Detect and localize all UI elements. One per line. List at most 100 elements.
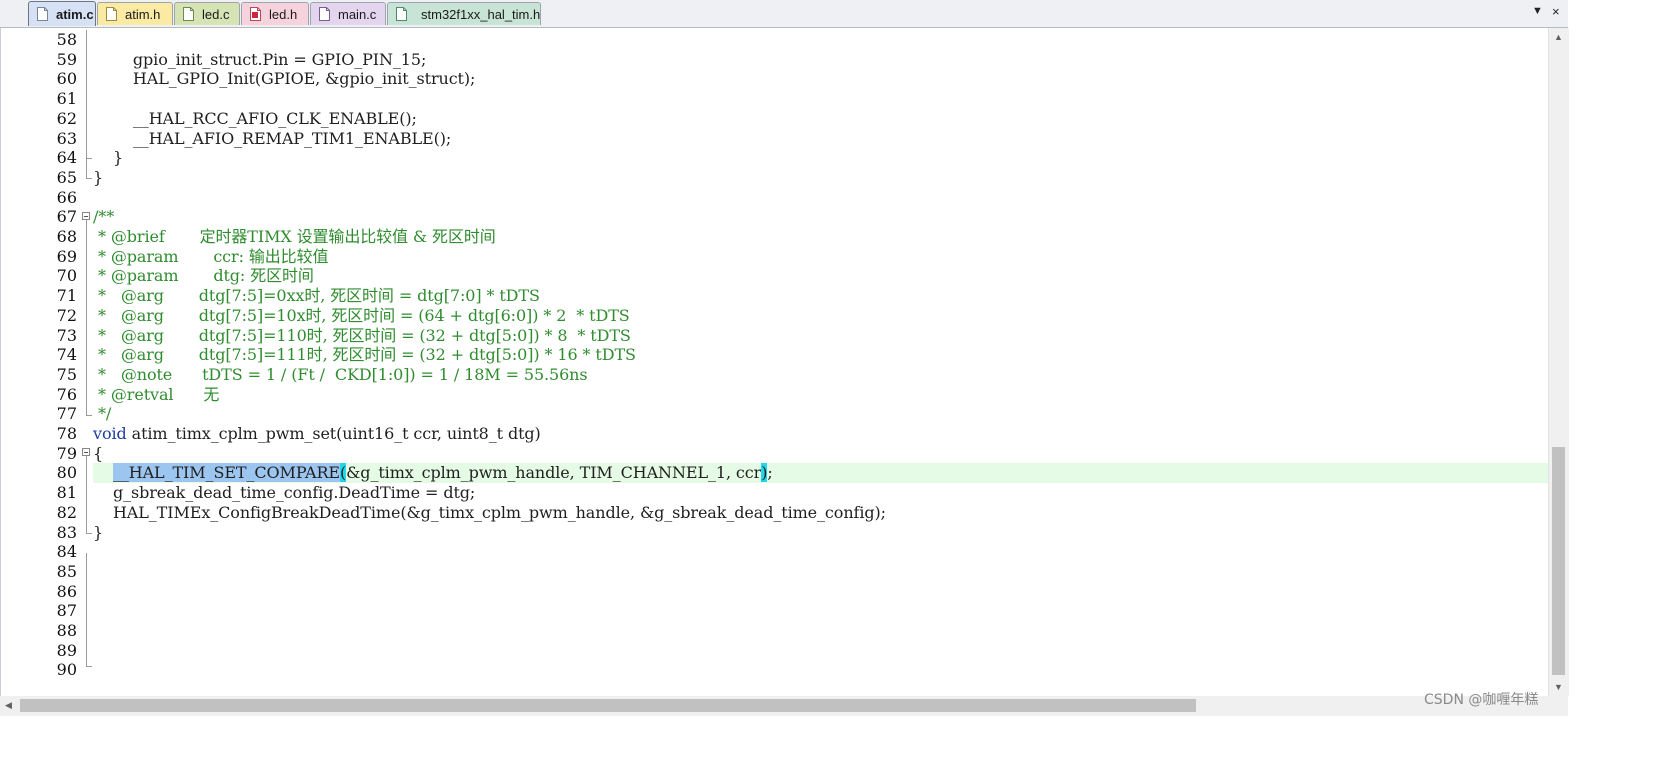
selected-text: __HAL_TIM_SET_COMPARE [112,463,340,483]
tab-atim-h[interactable]: atim.h [97,2,173,25]
code-line-59[interactable]: gpio_init_struct.Pin = GPIO_PIN_15; [93,50,426,70]
code-line-75[interactable]: * @note tDTS = 1 / (Ft / CKD[1:0]) = 1 /… [93,365,588,385]
fold-toggle-icon[interactable] [82,448,90,456]
line-number: 76 [56,384,77,404]
code-line-70[interactable]: * @param dtg: 死区时间 [93,266,314,286]
line-number: 87 [56,601,77,621]
line-number: 90 [56,660,77,680]
code-line-77[interactable]: */ [93,404,111,424]
function-signature: atim_timx_cplm_pwm_set(uint16_t ccr, uin… [126,424,541,443]
line-number: 85 [56,561,77,581]
scroll-up-arrow-icon[interactable]: ▲ [1554,32,1563,42]
tab-label: led.h [269,6,298,22]
code-line-73[interactable]: * @arg dtg[7:5]=110时, 死区时间 = (32 + dtg[5… [93,326,631,346]
line-number: 61 [56,89,77,109]
line-number: 64 [56,148,77,168]
c-file-icon [319,7,330,21]
tab-stm32f1xx-hal-tim-h[interactable]: stm32f1xx_hal_tim.h [387,2,541,25]
code-line-79[interactable]: { [93,444,103,464]
dropdown-arrow-icon[interactable]: ▼ [1532,5,1543,17]
scroll-down-arrow-icon[interactable]: ▼ [1554,682,1563,692]
code-line-74[interactable]: * @arg dtg[7:5]=111时, 死区时间 = (32 + dtg[5… [93,345,636,365]
fold-guide [86,553,87,666]
tab-label: main.c [338,6,377,22]
c-file-icon [183,7,194,21]
line-number: 89 [56,640,77,660]
vertical-scrollbar[interactable]: ▲ ▼ [1548,28,1569,696]
close-icon[interactable]: × [1552,4,1560,19]
code-line-80[interactable]: __HAL_TIM_SET_COMPARE(&g_timx_cplm_pwm_h… [93,463,773,483]
line-number: 66 [56,187,77,207]
fold-guide [86,30,87,151]
line-number: 73 [56,325,77,345]
code-line-71[interactable]: * @arg dtg[7:5]=0xx时, 死区时间 = dtg[7:0] * … [93,286,540,306]
code-line-82[interactable]: HAL_TIMEx_ConfigBreakDeadTime(&g_timx_cp… [93,503,886,523]
line-number: 79 [56,443,77,463]
fold-guide-end [86,666,92,667]
line-number: 88 [56,621,77,640]
tab-led-h[interactable]: led.h [241,2,309,25]
line-number: 74 [56,345,77,365]
line-number: 60 [56,69,77,89]
fold-guide-end [86,533,92,534]
line-number: 86 [56,581,77,601]
h-file-icon [250,7,261,21]
line-number: 70 [56,266,77,286]
fold-guide-end [86,415,92,416]
line-number: 72 [56,305,77,325]
h-file-icon [106,7,117,21]
line-number: 80 [56,463,77,483]
code-line-63[interactable]: __HAL_AFIO_REMAP_TIM1_ENABLE(); [93,129,451,149]
tab-main-c[interactable]: main.c [310,2,386,25]
tab-label: led.c [202,6,230,22]
code-line-83[interactable]: } [93,523,103,543]
code-line-60[interactable]: HAL_GPIO_Init(GPIOE, &gpio_init_struct); [93,69,476,89]
c-file-icon [37,7,48,21]
line-number: 77 [56,404,77,424]
line-number: 83 [56,522,77,542]
code-line-64[interactable]: } [93,148,123,168]
code-line-81[interactable]: g_sbreak_dead_time_config.DeadTime = dtg… [93,483,475,503]
line-number: 67 [56,207,77,227]
line-number: 65 [56,167,77,187]
line-number: 58 [56,30,77,49]
tab-atim-c[interactable]: atim.c [28,1,96,26]
tab-label: atim.h [125,6,161,22]
code-line-76[interactable]: * @retval 无 [93,385,219,405]
watermark: CSDN @咖喱年糕 [1424,692,1539,708]
line-number: 63 [56,128,77,148]
tab-led-c[interactable]: led.c [174,2,240,25]
h-file-icon [396,7,407,21]
line-number: 59 [56,49,77,69]
code-line-69[interactable]: * @param ccr: 输出比较值 [93,247,328,267]
fold-guide-end [86,178,92,179]
line-number-gutter: 58 59 60 61 62 63 64 65 66 67 68 69 70 7… [1,28,81,696]
fold-toggle-icon[interactable] [82,212,90,220]
scroll-left-arrow-icon[interactable]: ◀ [5,700,12,711]
line-number: 68 [56,227,77,246]
vertical-scroll-thumb[interactable] [1552,447,1565,675]
code-line-67[interactable]: /** [93,207,114,227]
line-number: 62 [56,108,77,128]
code-line-68[interactable]: * @brief 定时器TIMX 设置输出比较值 & 死区时间 [93,227,496,247]
line-number: 69 [56,246,77,266]
line-number: 75 [56,364,77,384]
line-number: 81 [56,483,77,503]
call-arguments: &g_timx_cplm_pwm_handle, TIM_CHANNEL_1, … [346,463,762,483]
horizontal-scrollbar[interactable]: ◀ [0,696,1548,716]
code-editor[interactable]: 58 59 60 61 62 63 64 65 66 67 68 69 70 7… [0,28,1549,696]
code-line-78[interactable]: void atim_timx_cplm_pwm_set(uint16_t ccr… [93,424,541,444]
tab-label: atim.c [56,6,94,22]
line-number: 84 [56,542,77,562]
code-line-62[interactable]: __HAL_RCC_AFIO_CLK_ENABLE(); [93,109,417,129]
horizontal-scroll-thumb[interactable] [20,699,1196,712]
code-line-72[interactable]: * @arg dtg[7:5]=10x时, 死区时间 = (64 + dtg[6… [93,306,630,326]
fold-guide [86,456,87,534]
code-line-65[interactable]: } [93,168,103,188]
fold-guide [86,220,87,416]
tab-bar: atim.c atim.h led.c led.h main.c stm32f1… [0,0,1568,28]
fold-guide [86,151,87,178]
line-number: 82 [56,502,77,522]
keyword-void: void [93,424,127,443]
